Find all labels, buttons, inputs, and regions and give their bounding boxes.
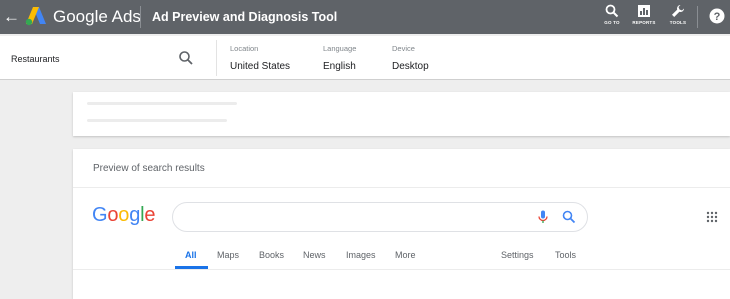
device-value: Desktop: [392, 61, 429, 72]
tab-tools[interactable]: Tools: [555, 250, 576, 260]
apps-grid-icon[interactable]: [706, 211, 718, 223]
tools-button[interactable]: TOOLS: [661, 4, 695, 32]
blurred-text: [87, 119, 227, 122]
divider: [697, 6, 698, 28]
diagnosis-card: [73, 92, 730, 136]
microphone-icon[interactable]: [537, 210, 549, 224]
tab-news[interactable]: News: [303, 250, 326, 260]
logo-letter: G: [92, 204, 108, 226]
page-title: Ad Preview and Diagnosis Tool: [152, 10, 338, 24]
location-selector[interactable]: Location United States: [230, 44, 290, 73]
tab-all[interactable]: All: [185, 250, 197, 260]
tools-label: TOOLS: [669, 20, 687, 25]
device-selector[interactable]: Device Desktop: [392, 44, 429, 73]
language-value: English: [323, 61, 356, 72]
logo-letter: o: [107, 204, 119, 226]
logo-letter: o: [118, 204, 130, 226]
language-label: Language: [323, 44, 357, 53]
search-preview-card: Preview of search results Google All Map…: [73, 149, 730, 299]
divider: [73, 269, 730, 270]
reports-button[interactable]: REPORTS: [627, 4, 661, 32]
goto-button[interactable]: GO TO: [595, 4, 629, 32]
goto-label: GO TO: [604, 20, 620, 25]
google-search-box[interactable]: [172, 202, 588, 232]
help-icon[interactable]: ?: [709, 8, 725, 24]
google-ads-logo: [25, 7, 46, 26]
divider: [140, 6, 141, 28]
google-logo: Google: [92, 203, 156, 227]
back-arrow-icon[interactable]: ←: [3, 7, 20, 27]
divider: [216, 40, 217, 76]
tab-maps[interactable]: Maps: [217, 250, 239, 260]
blurred-text: [87, 102, 237, 105]
divider: [73, 187, 730, 188]
logo-letter: g: [129, 204, 141, 226]
tab-more[interactable]: More: [395, 250, 416, 260]
bar-chart-icon: [638, 5, 650, 17]
app-bar: ← Google Ads Ad Preview and Diagnosis To…: [0, 0, 730, 34]
search-icon[interactable]: [562, 210, 576, 224]
location-value: United States: [230, 61, 291, 72]
tab-settings[interactable]: Settings: [501, 250, 534, 260]
tab-images[interactable]: Images: [346, 250, 376, 260]
language-selector[interactable]: Language English: [323, 44, 356, 73]
svg-text:?: ?: [714, 11, 721, 23]
search-query-input[interactable]: Restaurants: [11, 54, 60, 64]
preview-settings-bar: Restaurants Location United States Langu…: [0, 36, 730, 80]
preview-title: Preview of search results: [93, 163, 205, 174]
location-label: Location: [230, 44, 259, 53]
device-label: Device: [392, 44, 415, 53]
search-icon: [605, 4, 619, 18]
wrench-icon: [672, 5, 684, 17]
reports-label: REPORTS: [632, 20, 656, 25]
logo-letter: e: [144, 204, 156, 226]
tab-books[interactable]: Books: [259, 250, 284, 260]
search-icon[interactable]: [178, 50, 194, 66]
brand-name: Google Ads: [53, 7, 141, 26]
